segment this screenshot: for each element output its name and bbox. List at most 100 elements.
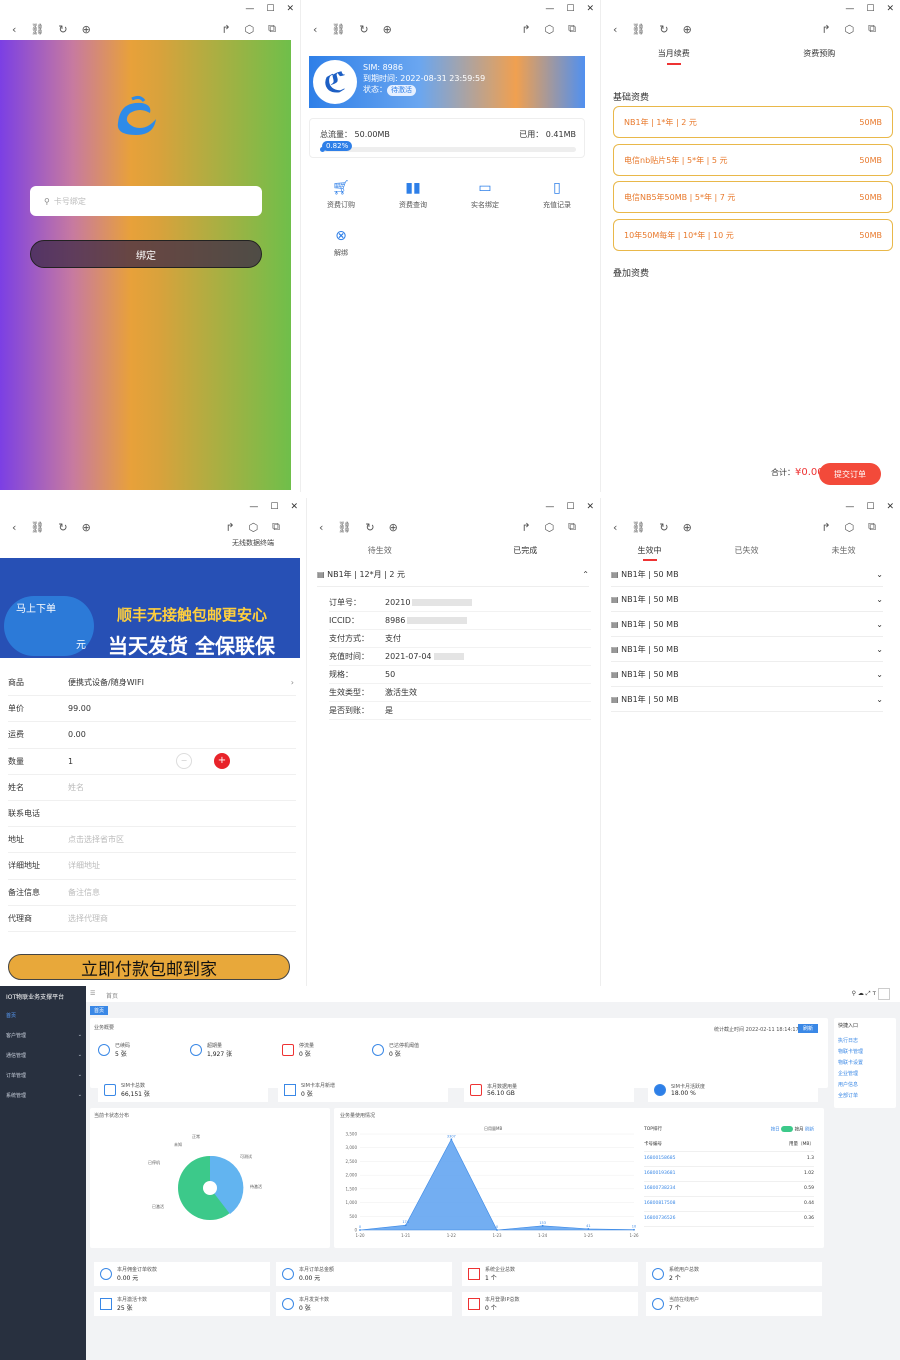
box-icon[interactable]: ⬡ <box>845 23 855 36</box>
order-item[interactable]: ▤ NB1年 | 12*月 | 2 元 ⌃ <box>317 562 589 587</box>
tab-active[interactable]: 生效中 <box>601 545 698 561</box>
field-product[interactable]: 商品 便携式设备/随身WIFI › <box>8 670 296 697</box>
plus-button[interactable]: + <box>214 753 230 770</box>
toggle-switch[interactable] <box>781 1126 794 1132</box>
toggle-day[interactable]: 按日 <box>771 1128 780 1133</box>
field-address[interactable]: 地址 点击选择省市区 <box>8 827 296 854</box>
box-icon[interactable]: ⬡ <box>545 521 555 534</box>
copy-icon[interactable]: ⧉ <box>868 22 876 36</box>
submit-order-button[interactable]: 提交订单 <box>819 463 881 485</box>
back-icon[interactable]: ‹ <box>613 521 617 534</box>
close-icon[interactable]: ✕ <box>286 4 294 14</box>
link-icon[interactable]: ⛓ <box>30 521 44 534</box>
list-item[interactable]: ▤ NB1年 | 50 MB ⌄ <box>611 612 883 637</box>
minimize-icon[interactable]: — <box>245 4 254 14</box>
globe-icon[interactable]: ⊕ <box>82 23 91 36</box>
copy-icon[interactable]: ⧉ <box>568 520 576 534</box>
copy-icon[interactable]: ⧉ <box>868 520 876 534</box>
back-icon[interactable]: ‹ <box>319 521 323 534</box>
box-icon[interactable]: ⬡ <box>845 521 855 534</box>
link-icon[interactable]: ⛓ <box>631 23 645 36</box>
refresh-icon[interactable]: ↻ <box>58 23 67 36</box>
maximize-icon[interactable]: ☐ <box>866 4 874 14</box>
back-icon[interactable]: ‹ <box>313 23 317 36</box>
refresh-icon[interactable]: ↻ <box>659 521 668 534</box>
tab-pending[interactable]: 待生效 <box>307 545 453 556</box>
quick-link[interactable]: 用户信息 <box>838 1081 892 1092</box>
quick-link[interactable]: 执行日志 <box>838 1037 892 1048</box>
grid-item-order[interactable]: 🛒︎ 资费订购 <box>305 180 377 210</box>
minimize-icon[interactable]: — <box>545 502 554 512</box>
field-name[interactable]: 姓名 姓名 <box>8 775 296 801</box>
bind-button[interactable]: 绑定 <box>30 240 262 268</box>
maximize-icon[interactable]: ☐ <box>266 4 274 14</box>
tab-completed[interactable]: 已完成 <box>453 545 599 556</box>
list-item[interactable]: ▤ NB1年 | 50 MB ⌄ <box>611 637 883 662</box>
link-icon[interactable]: ⛓ <box>30 23 44 36</box>
refresh-button[interactable]: 刷新 <box>798 1024 819 1033</box>
copy-icon[interactable]: ⧉ <box>568 22 576 36</box>
share-icon[interactable]: ↱ <box>821 23 830 36</box>
back-icon[interactable]: ‹ <box>12 23 16 36</box>
menu-icon[interactable]: ☰ <box>90 990 95 997</box>
tab-prepurchase[interactable]: 资费预购 <box>747 48 893 71</box>
refresh-icon[interactable]: ↻ <box>359 23 368 36</box>
minimize-icon[interactable]: — <box>249 502 258 512</box>
list-item[interactable]: ▤ NB1年 | 50 MB ⌄ <box>611 662 883 687</box>
share-icon[interactable]: ↱ <box>225 521 234 534</box>
minimize-icon[interactable]: — <box>845 4 854 14</box>
toggle-month[interactable]: 按月 <box>795 1128 804 1133</box>
plan-option[interactable]: NB1年 | 1*年 | 2 元 50MB <box>613 106 893 138</box>
table-row[interactable]: 16800193681 1.02 <box>644 1167 814 1182</box>
minimize-icon[interactable]: — <box>545 4 554 14</box>
grid-item-query[interactable]: ▮▮ 资费查询 <box>377 180 449 210</box>
share-icon[interactable]: ↱ <box>521 23 530 36</box>
maximize-icon[interactable]: ☐ <box>566 4 574 14</box>
table-row[interactable]: 16800158685 1.3 <box>644 1152 814 1167</box>
back-icon[interactable]: ‹ <box>613 23 617 36</box>
plan-option[interactable]: 电信NB5年50MB | 5*年 | 7 元 50MB <box>613 181 893 213</box>
grid-item-recharge[interactable]: ▯ 充值记录 <box>521 180 593 210</box>
minus-button[interactable]: − <box>176 753 192 770</box>
table-row[interactable]: 16800738234 0.59 <box>644 1182 814 1197</box>
sidebar-item-orders[interactable]: 订单管理 ⌄ <box>6 1072 82 1079</box>
maximize-icon[interactable]: ☐ <box>866 502 874 512</box>
list-item[interactable]: ▤ NB1年 | 50 MB ⌄ <box>611 562 883 587</box>
close-icon[interactable]: ✕ <box>886 4 894 14</box>
header-icons[interactable]: ⚲ ☁ ⤢ ᴛ <box>852 990 876 998</box>
tag-home[interactable]: 首页 <box>90 1006 109 1015</box>
tab-expired[interactable]: 已失效 <box>698 545 795 561</box>
grid-item-unbind[interactable]: ⊗ 解绑 <box>305 228 377 258</box>
table-row[interactable]: 16800736526 0.36 <box>644 1212 814 1227</box>
box-icon[interactable]: ⬡ <box>249 521 259 534</box>
maximize-icon[interactable]: ☐ <box>566 502 574 512</box>
globe-icon[interactable]: ⊕ <box>82 521 91 534</box>
plan-option[interactable]: 10年50M每年 | 10*年 | 10 元 50MB <box>613 219 893 251</box>
box-icon[interactable]: ⬡ <box>545 23 555 36</box>
close-icon[interactable]: ✕ <box>290 502 298 512</box>
close-icon[interactable]: ✕ <box>586 4 594 14</box>
table-row[interactable]: 16800817508 0.44 <box>644 1197 814 1212</box>
share-icon[interactable]: ↱ <box>521 521 530 534</box>
globe-icon[interactable]: ⊕ <box>683 23 692 36</box>
sidebar-item-home[interactable]: 首页 <box>6 1012 82 1019</box>
sidebar-item-customers[interactable]: 客户管理 ⌄ <box>6 1032 82 1039</box>
globe-icon[interactable]: ⊕ <box>683 521 692 534</box>
field-agent[interactable]: 代理商 选择代理商 <box>8 906 296 932</box>
refresh-icon[interactable]: ↻ <box>58 521 67 534</box>
minimize-icon[interactable]: — <box>845 502 854 512</box>
link-icon[interactable]: ⛓ <box>337 521 351 534</box>
close-icon[interactable]: ✕ <box>586 502 594 512</box>
plan-option[interactable]: 电信nb贴片5年 | 5*年 | 5 元 50MB <box>613 144 893 176</box>
link-icon[interactable]: ⛓ <box>331 23 345 36</box>
back-icon[interactable]: ‹ <box>12 521 16 534</box>
copy-icon[interactable]: ⧉ <box>272 520 280 534</box>
tab-monthly-renew[interactable]: 当月续费 <box>601 48 747 71</box>
refresh-link[interactable]: 刷新 <box>805 1128 814 1133</box>
field-detail-address[interactable]: 详细地址 详细地址 <box>8 853 296 880</box>
pay-now-button[interactable]: 立即付款包邮到家 <box>8 954 290 980</box>
quick-link[interactable]: 全部订单 <box>838 1092 892 1103</box>
avatar[interactable] <box>878 988 890 1000</box>
sidebar-item-comm[interactable]: 通信管理 ⌄ <box>6 1052 82 1059</box>
quick-link[interactable]: 物联卡设置 <box>838 1059 892 1070</box>
